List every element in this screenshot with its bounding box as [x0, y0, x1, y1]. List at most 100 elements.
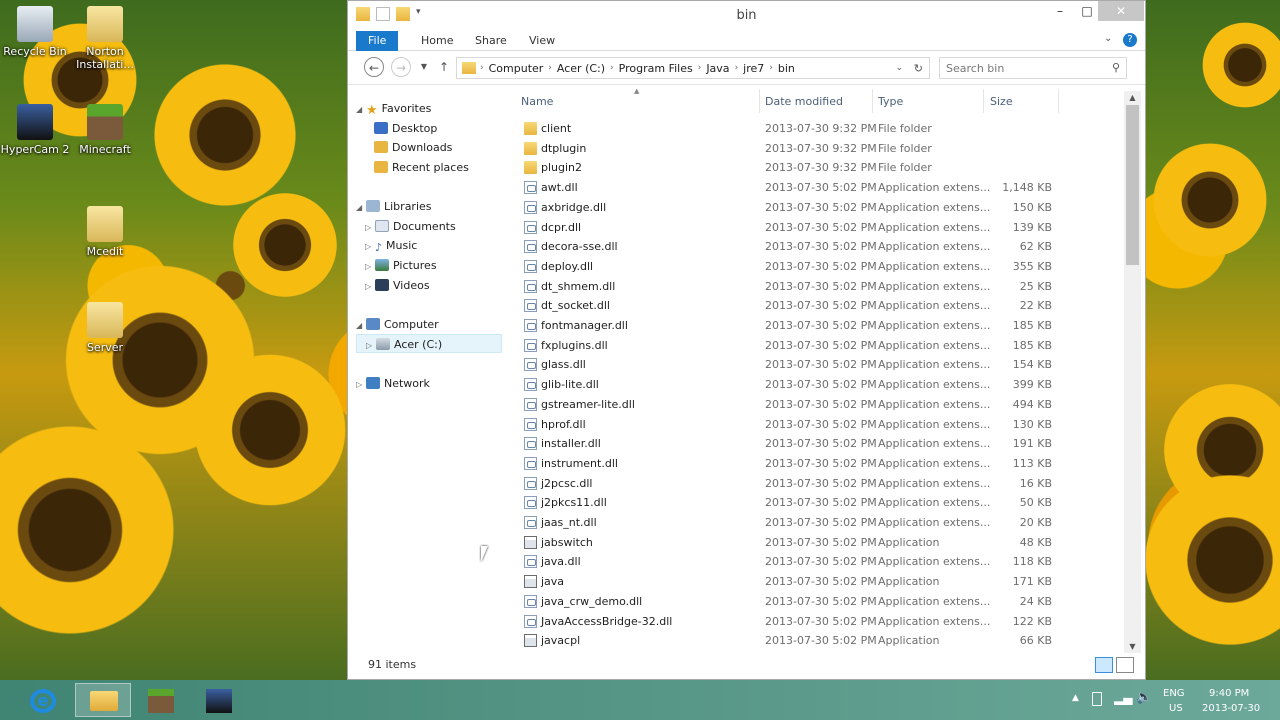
- nav-favorites[interactable]: ◢ ★ Favorites: [356, 99, 431, 118]
- tab-share[interactable]: Share: [463, 31, 519, 51]
- nav-downloads[interactable]: Downloads: [374, 138, 452, 157]
- column-size[interactable]: Size: [990, 95, 1013, 108]
- file-row[interactable]: jabswitch 2013-07-30 5:02 PM Application 48…: [513, 533, 1073, 553]
- nav-network[interactable]: ▷ Network: [356, 374, 430, 393]
- column-divider[interactable]: [1058, 89, 1059, 113]
- address-dropdown-icon[interactable]: ⌄: [895, 63, 903, 73]
- file-row[interactable]: dcpr.dll 2013-07-30 5:02 PM Application ex…: [513, 218, 1073, 238]
- breadcrumb-program-files[interactable]: Program Files: [614, 62, 698, 75]
- desktop-icon-hypercam[interactable]: HyperCam 2: [0, 104, 70, 156]
- file-row[interactable]: java.dll 2013-07-30 5:02 PM Application ex…: [513, 552, 1073, 572]
- file-row[interactable]: javacpl 2013-07-30 5:02 PM Application 66 K…: [513, 631, 1073, 651]
- file-row[interactable]: dt_socket.dll 2013-07-30 5:02 PM Applicati…: [513, 296, 1073, 316]
- file-row[interactable]: installer.dll 2013-07-30 5:02 PM Applicati…: [513, 434, 1073, 454]
- large-icons-view-icon[interactable]: [1116, 657, 1134, 673]
- clock[interactable]: 9:40 PM 2013-07-30: [1198, 680, 1262, 720]
- file-row[interactable]: dt_shmem.dll 2013-07-30 5:02 PM Applicatio…: [513, 277, 1073, 297]
- file-row[interactable]: client 2013-07-30 9:32 PM File folder: [513, 119, 1073, 139]
- column-date-modified[interactable]: Date modified: [765, 95, 843, 108]
- file-row[interactable]: java 2013-07-30 5:02 PM Application 171 KB: [513, 572, 1073, 592]
- help-icon[interactable]: ?: [1123, 33, 1137, 47]
- scroll-down-arrow-icon[interactable]: ▼: [1124, 642, 1141, 651]
- nav-computer[interactable]: ◢ Computer: [356, 315, 439, 334]
- file-row[interactable]: plugin2 2013-07-30 9:32 PM File folder: [513, 158, 1073, 178]
- breadcrumb-java[interactable]: Java: [701, 62, 734, 75]
- nav-pictures[interactable]: ▷ Pictures: [365, 256, 437, 275]
- search-input[interactable]: Search bin ⚲: [939, 57, 1127, 79]
- nav-recent-places[interactable]: Recent places: [374, 158, 469, 177]
- file-row[interactable]: j2pkcs11.dll 2013-07-30 5:02 PM Applicatio…: [513, 493, 1073, 513]
- language-indicator[interactable]: ENG US: [1160, 680, 1190, 720]
- hypercam-button[interactable]: [191, 683, 247, 717]
- file-row[interactable]: j2pcsc.dll 2013-07-30 5:02 PM Application …: [513, 474, 1073, 494]
- close-button[interactable]: ✕: [1098, 1, 1144, 21]
- collapsed-arrow-icon[interactable]: ▷: [365, 257, 375, 276]
- nav-acer-drive[interactable]: ▷ Acer (C:): [356, 334, 502, 353]
- address-bar[interactable]: › Computer › Acer (C:) › Program Files ›…: [456, 57, 930, 79]
- file-row[interactable]: axbridge.dll 2013-07-30 5:02 PM Applicatio…: [513, 198, 1073, 218]
- breadcrumb-bin[interactable]: bin: [773, 62, 800, 75]
- internet-explorer-button[interactable]: e: [15, 683, 71, 717]
- desktop-icon-mcedit[interactable]: Mcedit: [70, 206, 140, 258]
- file-row[interactable]: deploy.dll 2013-07-30 5:02 PM Application …: [513, 257, 1073, 277]
- show-hidden-icons-icon[interactable]: ▲: [1072, 693, 1079, 703]
- file-row[interactable]: fontmanager.dll 2013-07-30 5:02 PM Applica…: [513, 316, 1073, 336]
- battery-icon[interactable]: [1092, 692, 1102, 706]
- file-row[interactable]: hprof.dll 2013-07-30 5:02 PM Application e…: [513, 415, 1073, 435]
- breadcrumb-jre7[interactable]: jre7: [738, 62, 769, 75]
- column-type[interactable]: Type: [878, 95, 903, 108]
- column-divider[interactable]: [759, 89, 760, 113]
- expanded-arrow-icon[interactable]: ◢: [356, 198, 366, 217]
- desktop-icon-minecraft[interactable]: Minecraft: [70, 104, 140, 156]
- tab-view[interactable]: View: [517, 31, 567, 51]
- nav-music[interactable]: ▷ ♪ Music: [365, 236, 417, 255]
- collapsed-arrow-icon[interactable]: ▷: [365, 277, 375, 296]
- breadcrumb-drive[interactable]: Acer (C:): [552, 62, 610, 75]
- file-row[interactable]: fxplugins.dll 2013-07-30 5:02 PM Applicati…: [513, 336, 1073, 356]
- tab-home[interactable]: Home: [409, 31, 465, 51]
- expanded-arrow-icon[interactable]: ◢: [356, 316, 366, 335]
- search-icon[interactable]: ⚲: [1112, 61, 1120, 74]
- minecraft-button[interactable]: [133, 683, 189, 717]
- back-button[interactable]: ←: [364, 57, 384, 77]
- nav-documents[interactable]: ▷ Documents: [365, 217, 456, 236]
- vertical-scrollbar[interactable]: ▲ ▼: [1124, 91, 1141, 653]
- file-row[interactable]: jaas_nt.dll 2013-07-30 5:02 PM Application…: [513, 513, 1073, 533]
- scroll-up-arrow-icon[interactable]: ▲: [1124, 93, 1141, 102]
- collapsed-arrow-icon[interactable]: ▷: [356, 375, 366, 394]
- column-divider[interactable]: [983, 89, 984, 113]
- collapsed-arrow-icon[interactable]: ▷: [365, 237, 375, 256]
- nav-libraries[interactable]: ◢ Libraries: [356, 197, 432, 216]
- file-row[interactable]: glib-lite.dll 2013-07-30 5:02 PM Applicati…: [513, 375, 1073, 395]
- nav-desktop[interactable]: Desktop: [374, 119, 437, 138]
- recent-locations-button[interactable]: ▼: [414, 57, 434, 77]
- network-signal-icon[interactable]: ▂▄: [1114, 691, 1132, 705]
- file-row[interactable]: gstreamer-lite.dll 2013-07-30 5:02 PM Appl…: [513, 395, 1073, 415]
- desktop-icon-recycle-bin[interactable]: Recycle Bin: [0, 6, 70, 58]
- file-row[interactable]: instrument.dll 2013-07-30 5:02 PM Applicat…: [513, 454, 1073, 474]
- tab-file[interactable]: File: [356, 31, 399, 51]
- collapsed-arrow-icon[interactable]: ▷: [365, 218, 375, 237]
- file-row[interactable]: awt.dll 2013-07-30 5:02 PM Application ext…: [513, 178, 1073, 198]
- volume-icon[interactable]: 🔈: [1136, 690, 1152, 705]
- expand-ribbon-icon[interactable]: ⌄: [1104, 33, 1112, 44]
- title-bar[interactable]: ▾ bin – □ ✕: [348, 1, 1145, 29]
- file-row[interactable]: JavaAccessBridge-32.dll 2013-07-30 5:02 P…: [513, 612, 1073, 632]
- refresh-icon[interactable]: ↻: [914, 62, 923, 75]
- breadcrumb-computer[interactable]: Computer: [484, 62, 549, 75]
- desktop-icon-server[interactable]: Server: [70, 302, 140, 354]
- collapsed-arrow-icon[interactable]: ▷: [366, 336, 376, 355]
- column-divider[interactable]: [872, 89, 873, 113]
- up-button[interactable]: ↑: [434, 57, 454, 77]
- file-row[interactable]: java_crw_demo.dll 2013-07-30 5:02 PM Appli…: [513, 592, 1073, 612]
- scrollbar-thumb[interactable]: [1126, 105, 1139, 265]
- minimize-button[interactable]: –: [1045, 1, 1075, 21]
- file-explorer-button[interactable]: [75, 683, 131, 717]
- file-row[interactable]: decora-sse.dll 2013-07-30 5:02 PM Applicat…: [513, 237, 1073, 257]
- nav-videos[interactable]: ▷ Videos: [365, 276, 430, 295]
- file-row[interactable]: glass.dll 2013-07-30 5:02 PM Application e…: [513, 355, 1073, 375]
- column-name[interactable]: Name: [521, 95, 553, 108]
- desktop-icon-norton[interactable]: Norton Installati...: [70, 6, 140, 71]
- file-row[interactable]: dtplugin 2013-07-30 9:32 PM File folder: [513, 139, 1073, 159]
- expanded-arrow-icon[interactable]: ◢: [356, 100, 366, 119]
